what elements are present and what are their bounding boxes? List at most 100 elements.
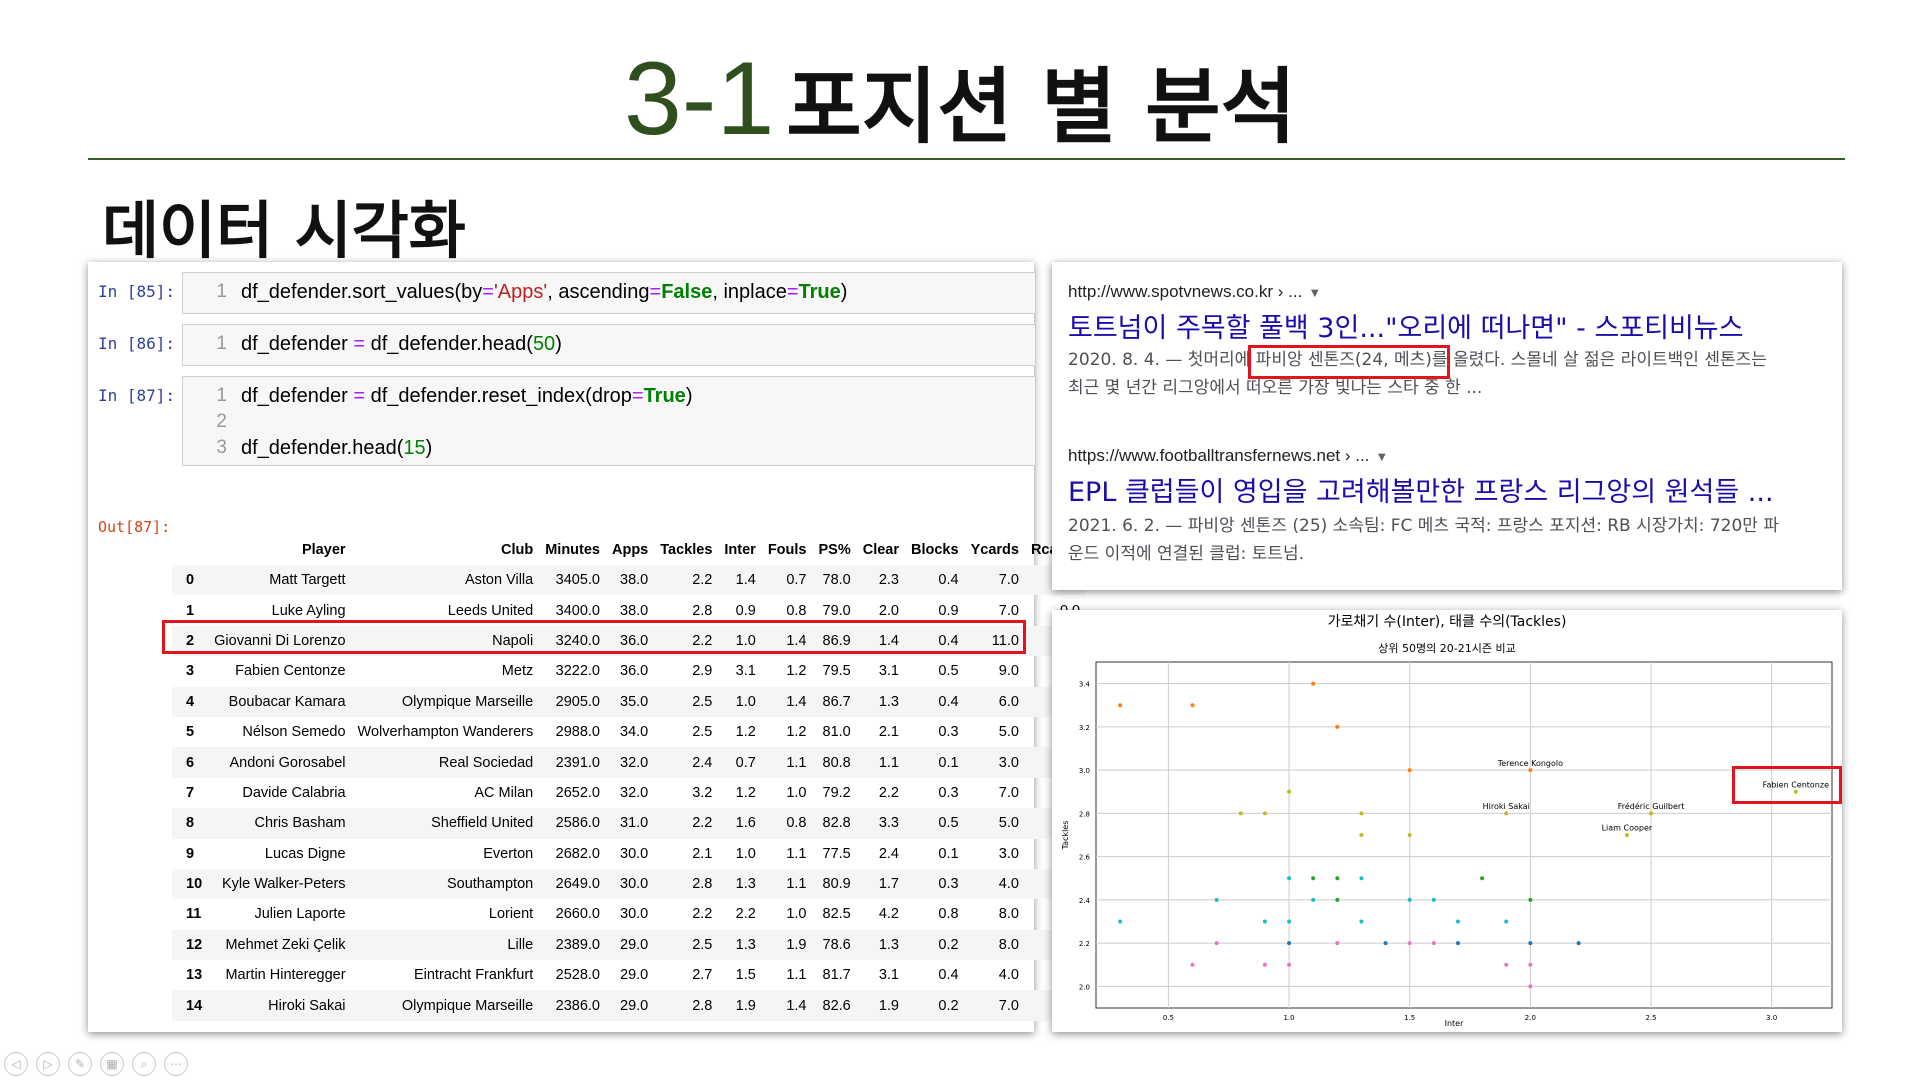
table-cell: 1.0 [786,906,807,923]
table-cell: 36.0 [620,663,649,680]
data-point [1431,941,1436,946]
row-index: 12 [186,936,203,953]
data-point [1528,984,1533,989]
table-cell: 1.2 [786,724,807,741]
table-cell: 1.2 [786,663,807,680]
data-point [1335,876,1340,881]
table-cell: 1.1 [786,967,807,984]
table-row: 14 Hiroki Sakai Olympique Marseille 2386.0 2… [172,990,1087,1021]
result-url[interactable]: https://www.footballtransfernews.net › .… [1068,446,1388,466]
y-tick-label: 2.8 [1079,810,1090,818]
y-tick-label: 2.6 [1079,854,1091,862]
table-row: 13 Martin Hinteregger Eintracht Frankfurt 2… [172,960,1086,990]
table-cell: 35.0 [620,693,649,710]
result-url[interactable]: http://www.spotvnews.co.kr › ... ▼ [1068,282,1321,302]
data-point [1407,768,1412,773]
table-cell: 2905.0 [555,693,600,710]
table-cell: 2652.0 [555,784,600,801]
caret-down-icon[interactable]: ▼ [1308,285,1321,300]
y-tick-label: 2.0 [1079,983,1090,991]
column-header: Club [501,542,534,558]
table-cell: 2.2 [692,906,713,923]
table-cell: 2.9 [692,663,713,680]
table-cell: Hiroki Sakai [268,997,346,1014]
table-cell: 29.0 [620,936,649,953]
table-cell: 30.0 [620,876,649,893]
caret-down-icon[interactable]: ▼ [1375,449,1388,464]
pen-icon[interactable]: ✎ [68,1052,92,1076]
table-cell: 30.0 [620,845,649,862]
table-cell: 4.0 [998,876,1019,893]
row-index: 6 [186,754,195,771]
table-cell: 5.0 [998,815,1019,832]
line-number: 1 [216,385,227,406]
table-cell: Sheffield United [431,815,534,832]
table-cell: 2586.0 [555,815,600,832]
data-point [1214,897,1219,902]
table-cell: 2682.0 [555,845,600,862]
data-point [1624,833,1629,837]
chart-title: 가로채기 수(Inter), 태클 수의(Tackles) [1328,614,1567,630]
table-cell: 78.0 [822,572,851,589]
table-cell: 29.0 [620,997,649,1014]
code-editor[interactable]: 1 df_defender = df_defender.reset_index(… [182,376,1036,466]
y-tick-label: 3.2 [1079,724,1090,732]
table-cell: 3.1 [735,663,756,680]
table-cell: 3405.0 [555,572,600,589]
data-point [1214,941,1219,946]
scatter-chart-screenshot: 가로채기 수(Inter), 태클 수의(Tackles) 상위 50명의 20… [1052,610,1842,1032]
table-cell: 2.1 [692,845,713,862]
prev-icon[interactable]: ◁ [4,1052,28,1076]
y-tick-label: 2.2 [1079,940,1090,948]
result-title-link[interactable]: EPL 클럽들이 영입을 고려해볼만한 프랑스 리그앙의 원석들 ... [1068,470,1774,509]
notebook-screenshot: In [85]: 1 df_defender.sort_values(by='A… [88,262,1087,1032]
data-point [1528,897,1533,902]
table-cell: 0.5 [938,815,959,832]
column-header: Blocks [911,542,959,558]
table-row: 11 Julien Laporte Lorient 2660.0 30.0 2.2 2.2 1… [172,899,1086,929]
next-icon[interactable]: ▷ [36,1052,60,1076]
table-cell: 8.0 [998,906,1019,923]
data-point [1262,919,1267,924]
row-index: 0 [186,572,195,589]
result-title-link[interactable]: 토트넘이 주목할 풀백 3인..."오리에 떠나면" - 스포티비뉴스 [1068,306,1743,345]
table-cell: 3.1 [878,967,900,984]
code-editor[interactable]: 1 df_defender = df_defender.head(50) [182,324,1036,366]
data-point [1190,703,1195,708]
table-cell: 0.4 [938,693,959,710]
line-number: 2 [216,411,227,432]
zoom-icon[interactable]: ⌕ [132,1052,156,1076]
slides-icon[interactable]: ▦ [100,1052,124,1076]
data-point [1649,811,1654,816]
data-point [1455,941,1460,946]
data-point [1480,876,1485,881]
table-cell: 1.2 [735,724,756,741]
x-tick-label: 1.0 [1283,1014,1294,1022]
plot-frame [1095,661,1833,1009]
table-cell: 82.5 [822,906,851,923]
row-index: 4 [186,693,195,710]
code-editor[interactable]: 1 df_defender.sort_values(by='Apps', asc… [182,272,1036,314]
line-number: 3 [216,437,227,458]
table-cell: 2389.0 [555,936,600,953]
table-cell: 80.9 [822,876,851,893]
table-cell: 81.7 [822,967,851,984]
row-index: 5 [186,724,195,741]
table-cell: 0.2 [938,997,959,1014]
table-cell: Martin Hinteregger [225,967,346,984]
column-header: Player [301,542,346,558]
table-row: 10 Kyle Walker-Peters Southampton 2649.0 30.… [172,868,1087,900]
table-row: 0 Matt Targett Aston Villa 3405.0 38.0 2.2 1.4… [172,565,1087,596]
table-cell: Metz [501,663,534,680]
table-cell: Lorient [488,906,534,923]
table-cell: Matt Targett [269,572,346,589]
table-cell: 82.8 [822,815,851,832]
table-cell: 2.8 [692,876,713,893]
table-cell: 2386.0 [555,997,600,1014]
table-cell: 3.1 [878,663,900,680]
code-line: df_defender = df_defender.reset_index(dr… [241,385,693,407]
data-point [1528,768,1533,773]
highlight-box-name [1248,345,1450,379]
more-icon[interactable]: ⋯ [164,1052,188,1076]
x-tick-label: 0.5 [1163,1014,1174,1022]
